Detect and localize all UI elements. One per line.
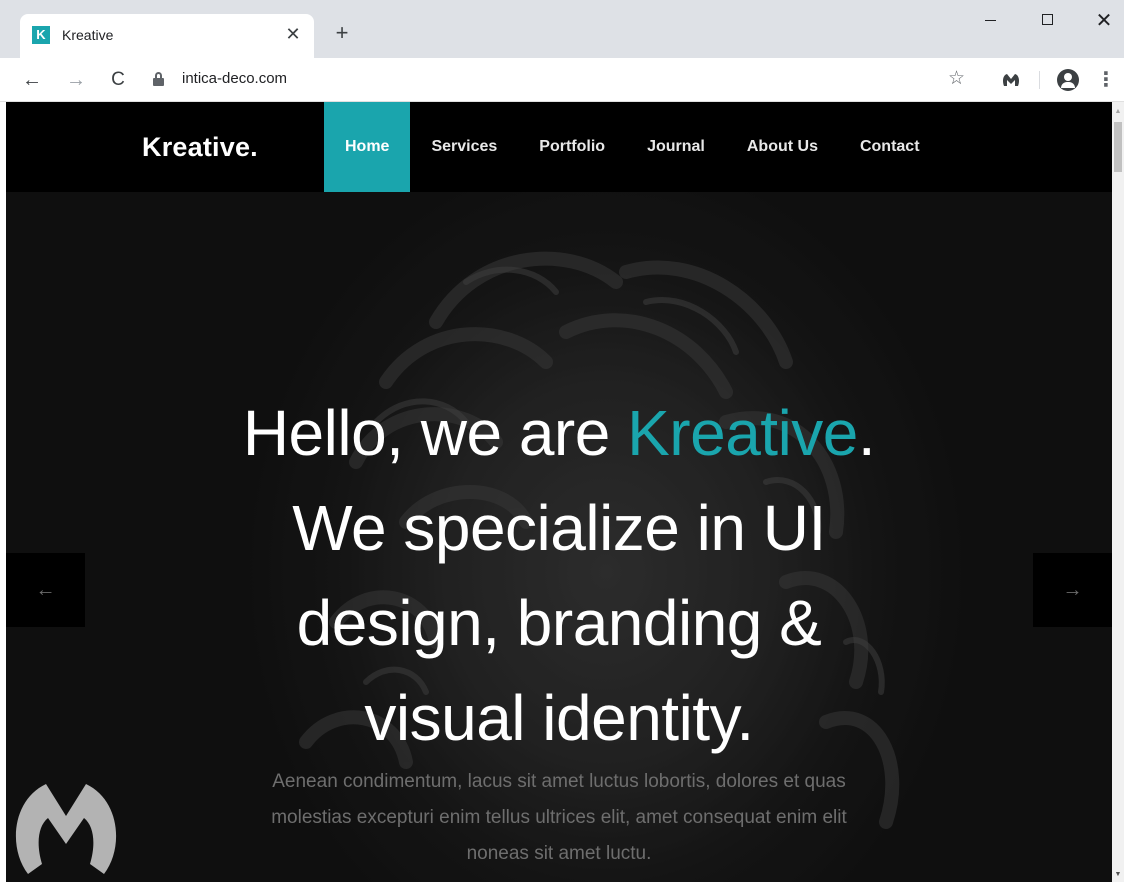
star-icon[interactable]: ☆ [948,67,965,90]
nav-contact[interactable]: Contact [839,102,941,192]
malwarebytes-icon[interactable] [1001,70,1021,90]
nav-portfolio[interactable]: Portfolio [518,102,626,192]
malwarebytes-logo [15,784,117,874]
close-icon[interactable]: ✕ [282,23,304,45]
kebab-menu-icon[interactable]: ⋮ [1096,66,1116,94]
plus-icon[interactable]: + [330,22,354,46]
kreative-favicon: K [32,26,50,44]
site-logo[interactable]: Kreative. [142,132,258,163]
hero-line1-pre: Hello, we are [242,397,628,469]
arrow-left-icon[interactable]: ← [6,553,85,627]
back-arrow-icon[interactable]: ← [18,66,46,94]
page-scrollbar[interactable]: ▲ ▼ [1112,102,1124,882]
hero-heading: Hello, we are Kreative. We specialize in… [136,386,982,766]
hero-description: Aenean condimentum, lacus sit amet luctu… [271,771,847,864]
browser-tab[interactable]: K Kreative ✕ [20,14,314,58]
reload-icon[interactable]: C [104,66,132,94]
minimize-icon [984,20,996,22]
minimize-button[interactable] [970,6,1010,36]
maximize-icon [1041,14,1053,25]
hero-line3: design, branding & [296,587,822,659]
toolbar-divider [1039,71,1040,89]
profile-icon[interactable] [1057,69,1079,91]
site-header: Kreative. Home Services Portfolio Journa… [6,102,1112,192]
nav-services[interactable]: Services [410,102,518,192]
hero-brand-accent: Kreative [627,397,858,469]
nav-journal[interactable]: Journal [626,102,726,192]
nav-home[interactable]: Home [324,102,411,192]
page-viewport: Kreative. Home Services Portfolio Journa… [6,102,1112,882]
lock-icon[interactable] [153,72,164,86]
tab-title: Kreative [62,27,114,43]
scroll-down-icon[interactable]: ▼ [1112,871,1124,878]
browser-titlebar: K Kreative ✕ + ✕ [0,0,1124,58]
hero-line1-post: . [857,397,876,469]
address-bar[interactable]: intica-deco.com [182,70,287,87]
hero-line4: visual identity. [364,682,754,754]
arrow-right-icon[interactable]: → [1033,553,1112,627]
maximize-button[interactable] [1027,6,1067,36]
scroll-up-icon[interactable]: ▲ [1112,108,1124,115]
main-nav: Home Services Portfolio Journal About Us… [324,102,941,192]
browser-toolbar: ← → C intica-deco.com ☆ ⋮ [0,58,1124,102]
forward-arrow-icon[interactable]: → [62,66,90,94]
hero-line2: We specialize in UI [292,492,826,564]
scroll-thumb[interactable] [1114,122,1122,172]
close-window-button[interactable]: ✕ [1084,6,1124,36]
nav-about-us[interactable]: About Us [726,102,839,192]
